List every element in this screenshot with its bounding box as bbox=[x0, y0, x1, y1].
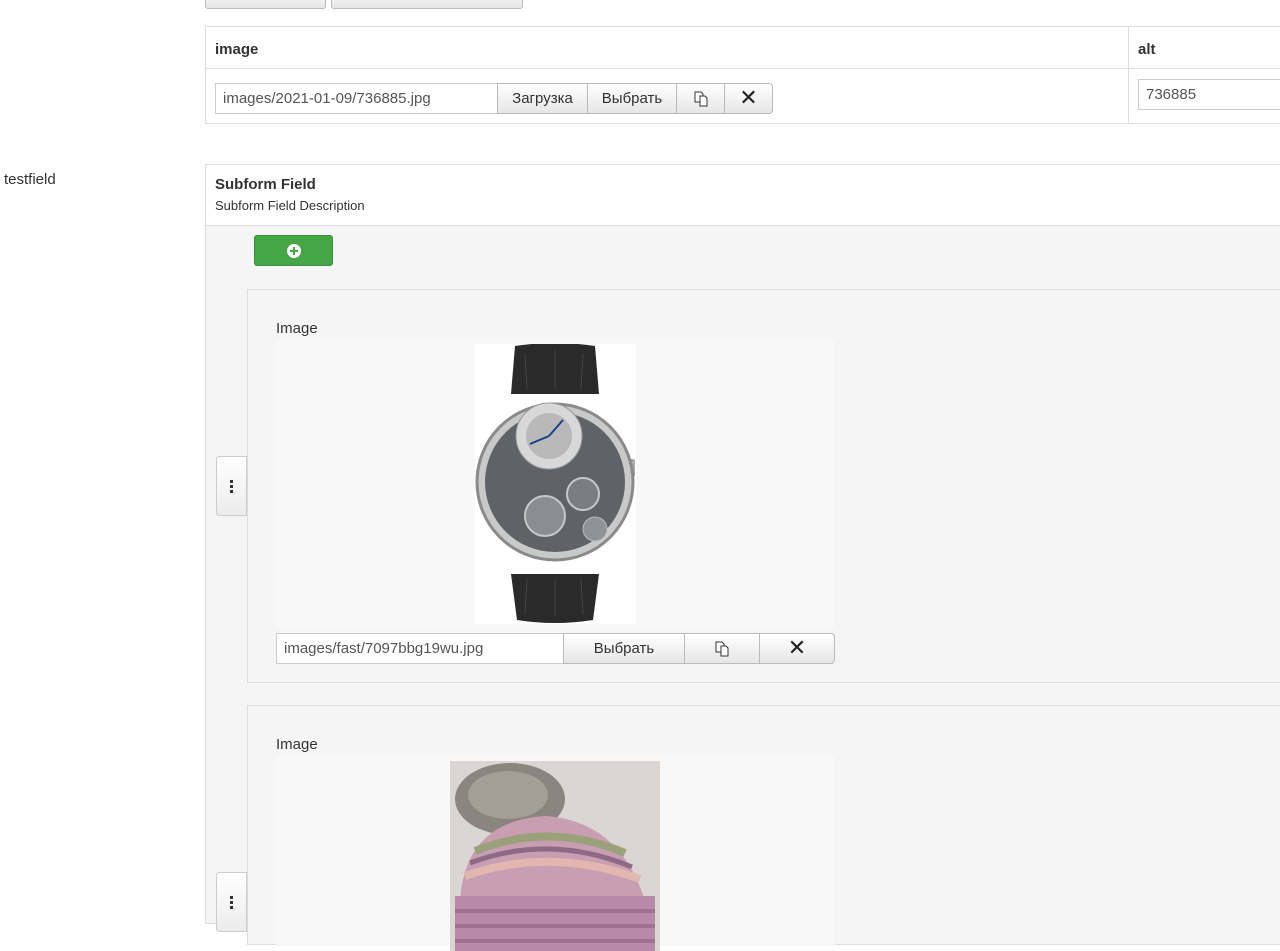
top-button-2[interactable] bbox=[331, 0, 523, 9]
copy-icon bbox=[694, 91, 707, 106]
drag-handle[interactable] bbox=[216, 456, 247, 516]
upload-button[interactable]: Загрузка bbox=[497, 83, 588, 114]
field-label: testfield bbox=[4, 171, 56, 188]
image-path-input[interactable]: images/2021-01-09/736885.jpg bbox=[215, 83, 498, 114]
subform-description: Subform Field Description bbox=[215, 198, 365, 213]
drag-dot bbox=[230, 484, 233, 488]
drag-dot bbox=[230, 489, 233, 493]
drag-dot bbox=[230, 900, 233, 904]
knit-hat-image bbox=[450, 761, 660, 951]
drag-dot bbox=[230, 479, 233, 483]
header-image: image bbox=[215, 41, 259, 58]
subform-row: Image images/fast/7097bbg19wu.jpg Выбрат… bbox=[247, 289, 1280, 683]
image-label: Image bbox=[276, 320, 318, 337]
image-path-input[interactable]: images/fast/7097bbg19wu.jpg bbox=[276, 633, 564, 664]
clear-button[interactable]: ✕ bbox=[724, 83, 773, 114]
drag-handle[interactable] bbox=[216, 872, 247, 932]
clear-button[interactable]: ✕ bbox=[759, 633, 835, 664]
select-button[interactable]: Выбрать bbox=[563, 633, 685, 664]
plus-icon bbox=[286, 243, 301, 258]
watch-image bbox=[475, 344, 636, 624]
add-row-button[interactable] bbox=[254, 235, 333, 266]
preview-copy-button[interactable] bbox=[676, 83, 725, 114]
image-alt-table: image alt images/2021-01-09/736885.jpg З… bbox=[205, 26, 1280, 124]
table-header: image alt bbox=[206, 27, 1280, 69]
image-label: Image bbox=[276, 736, 318, 753]
close-icon: ✕ bbox=[739, 85, 758, 111]
drag-dot bbox=[230, 905, 233, 909]
preview-copy-button[interactable] bbox=[684, 633, 760, 664]
subform-field: Subform Field Subform Field Description … bbox=[205, 164, 1280, 951]
subform-title: Subform Field bbox=[215, 176, 316, 193]
column-divider bbox=[1128, 27, 1129, 123]
subform-row: Image bbox=[247, 705, 1280, 951]
image-preview bbox=[276, 756, 835, 951]
alt-input[interactable]: 736885 bbox=[1138, 79, 1280, 110]
top-button-1[interactable] bbox=[205, 0, 326, 9]
close-icon: ✕ bbox=[787, 635, 807, 661]
select-button[interactable]: Выбрать bbox=[587, 83, 677, 114]
header-alt: alt bbox=[1138, 41, 1156, 58]
image-preview bbox=[276, 340, 835, 628]
drag-dot bbox=[230, 895, 233, 899]
copy-icon bbox=[715, 641, 729, 656]
subform-header: Subform Field Subform Field Description bbox=[206, 165, 1280, 226]
